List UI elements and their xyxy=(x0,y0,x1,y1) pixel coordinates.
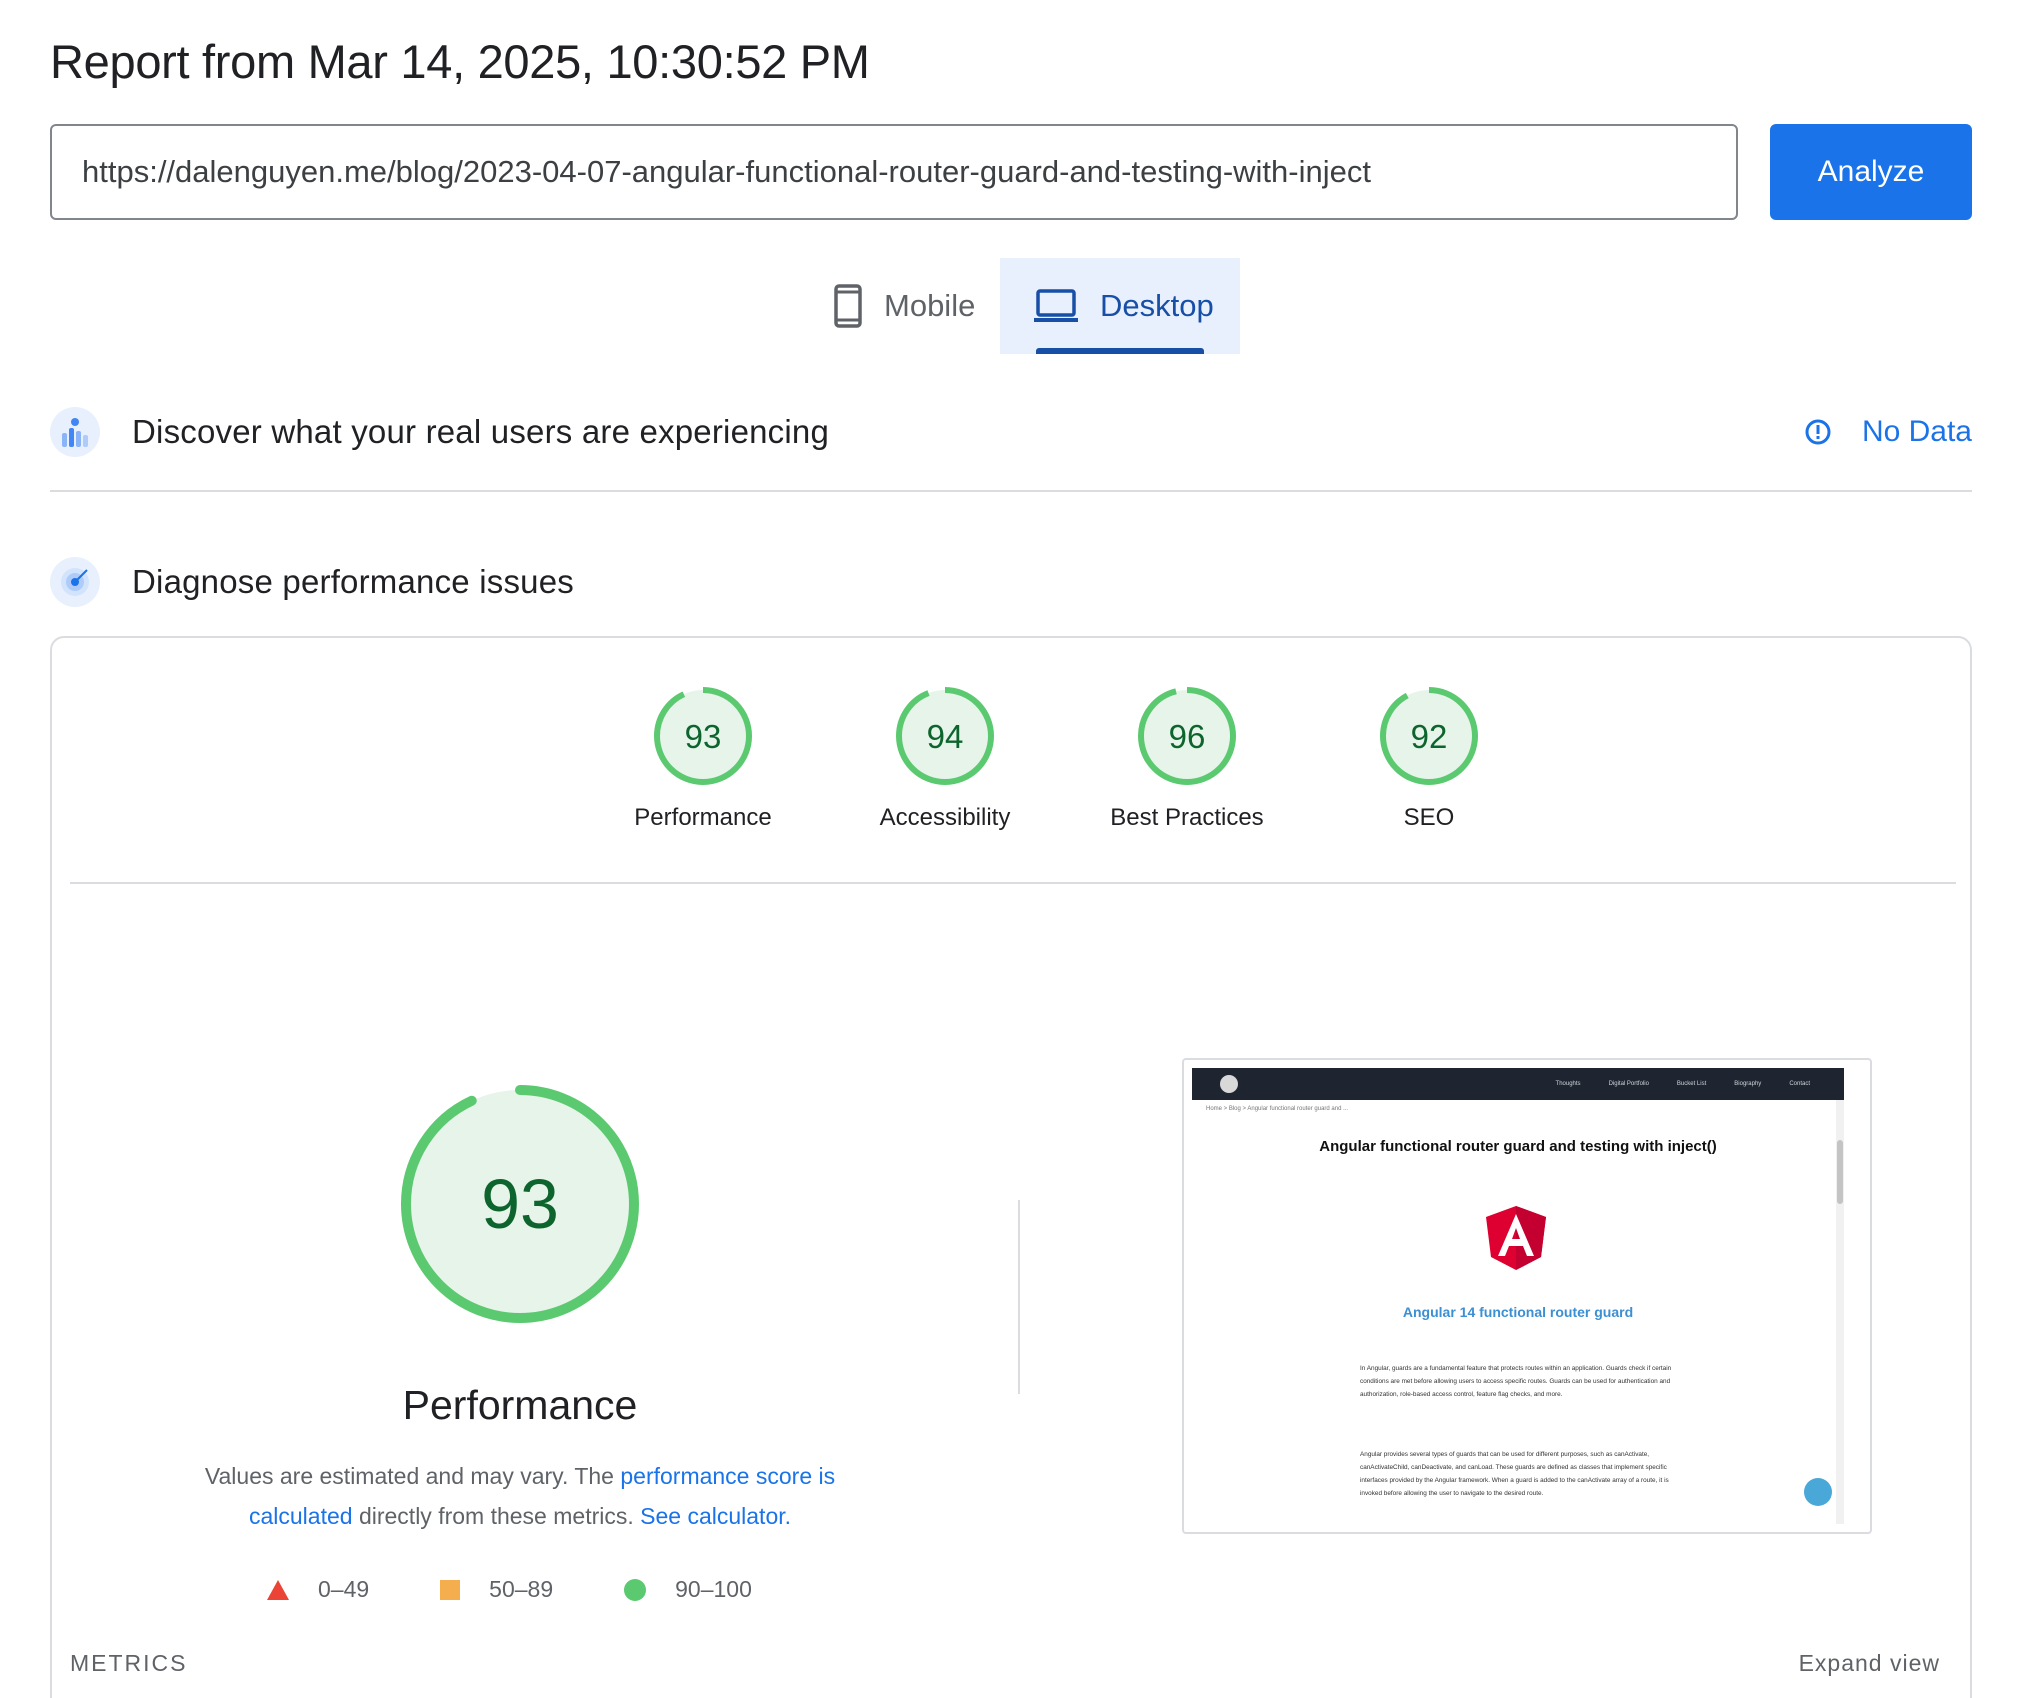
see-calculator-link[interactable]: See calculator. xyxy=(640,1503,791,1529)
section-divider xyxy=(50,490,1972,492)
site-logo-icon xyxy=(1220,1075,1238,1093)
orange-square-icon xyxy=(439,1579,461,1601)
score-gauge: 94 xyxy=(896,687,994,785)
screenshot-subheading: Angular 14 functional router guard xyxy=(1402,1304,1634,1320)
svg-text:92: 92 xyxy=(1411,718,1448,755)
screenshot-scrollbar xyxy=(1836,1100,1844,1524)
svg-text:94: 94 xyxy=(927,718,964,755)
tab-desktop[interactable]: Desktop xyxy=(1000,258,1240,354)
gauge-label: Performance xyxy=(634,804,772,831)
performance-title: Performance xyxy=(402,1382,638,1428)
gauge-label: Best Practices xyxy=(1110,804,1264,831)
tab-mobile[interactable]: Mobile xyxy=(800,258,1000,354)
tab-desktop-label: Desktop xyxy=(1100,288,1214,323)
red-triangle-icon xyxy=(266,1579,290,1601)
tab-mobile-label: Mobile xyxy=(884,288,976,323)
score-legend: 0–49 50–89 90–100 xyxy=(266,1576,822,1603)
crux-title: Discover what your real users are experi… xyxy=(132,413,830,450)
score-gauge: 96 xyxy=(1138,687,1236,785)
green-circle-icon xyxy=(623,1578,647,1602)
url-field[interactable] xyxy=(50,124,1738,220)
performance-score: 93 xyxy=(481,1165,559,1243)
screenshot-heading: Angular functional router guard and test… xyxy=(1319,1138,1717,1155)
card-divider xyxy=(70,882,1956,884)
screenshot-nav-item: Digital Portfolio xyxy=(1608,1081,1649,1087)
screenshot-paragraph: In Angular, guards are a fundamental fea… xyxy=(1360,1365,1672,1398)
performance-description: Values are estimated and may vary. The p… xyxy=(204,1463,836,1529)
final-screenshot[interactable]: Thoughts Digital Portfolio Bucket List B… xyxy=(1182,1058,1872,1534)
screenshot-nav-item: Bucket List xyxy=(1676,1081,1707,1087)
gauge-best-practices[interactable]: 96 Best Practices xyxy=(1066,686,1308,832)
svg-text:93: 93 xyxy=(685,718,722,755)
screenshot-breadcrumb: Home > Blog > Angular functional router … xyxy=(1206,1106,1349,1112)
screenshot-navbar: Thoughts Digital Portfolio Bucket List B… xyxy=(1192,1068,1844,1100)
no-data-label: No Data xyxy=(1861,415,1972,448)
screenshot-nav-item: Biography xyxy=(1734,1081,1762,1087)
diagnose-card: 93 Performance 94 Accessibility 96 Best … xyxy=(50,636,1972,1698)
screenshot-nav-item: Contact xyxy=(1789,1081,1810,1087)
vertical-divider xyxy=(1018,1200,1020,1394)
diagnose-title: Diagnose performance issues xyxy=(132,563,574,600)
gauge-seo[interactable]: 92 SEO xyxy=(1308,686,1550,832)
chat-bubble-icon xyxy=(1804,1478,1832,1506)
users-chart-icon xyxy=(50,407,100,457)
svg-text:96: 96 xyxy=(1169,718,1206,755)
score-gauge: 92 xyxy=(1380,687,1478,785)
legend-pass: 90–100 xyxy=(623,1576,752,1603)
gauge-label: SEO xyxy=(1403,804,1455,831)
url-input[interactable] xyxy=(82,154,1736,190)
no-data-status[interactable]: No Data xyxy=(1804,415,1972,449)
legend-fail: 0–49 xyxy=(266,1576,369,1603)
crux-section-header: Discover what your real users are experi… xyxy=(50,404,1972,460)
gauge-performance[interactable]: 93 Performance xyxy=(582,686,824,832)
laptop-icon xyxy=(1034,289,1078,323)
mobile-phone-icon xyxy=(834,284,862,328)
diagnose-section-header: Diagnose performance issues xyxy=(50,554,1972,610)
expand-view-button[interactable]: Expand view xyxy=(1799,1650,1940,1677)
gauge-accessibility[interactable]: 94 Accessibility xyxy=(824,686,1066,832)
screenshot-nav-item: Thoughts xyxy=(1555,1081,1581,1087)
gauge-label: Accessibility xyxy=(879,804,1011,831)
metrics-heading: METRICS xyxy=(70,1650,188,1676)
angular-logo-icon xyxy=(1486,1206,1546,1270)
screenshot-page: Thoughts Digital Portfolio Bucket List B… xyxy=(1192,1068,1844,1524)
report-title: Report from Mar 14, 2025, 10:30:52 PM xyxy=(50,35,870,88)
analyze-button[interactable]: Analyze xyxy=(1770,124,1972,220)
screenshot-paragraph: Angular provides several types of guards… xyxy=(1360,1451,1669,1497)
performance-large-gauge: 93 xyxy=(401,1085,639,1323)
device-tabs: Mobile Desktop xyxy=(800,258,1240,354)
category-gauges: 93 Performance 94 Accessibility 96 Best … xyxy=(582,686,1550,832)
score-gauge: 93 xyxy=(654,687,752,785)
legend-average: 50–89 xyxy=(439,1576,553,1603)
info-icon xyxy=(1804,418,1832,446)
lighthouse-radar-icon xyxy=(50,557,100,607)
